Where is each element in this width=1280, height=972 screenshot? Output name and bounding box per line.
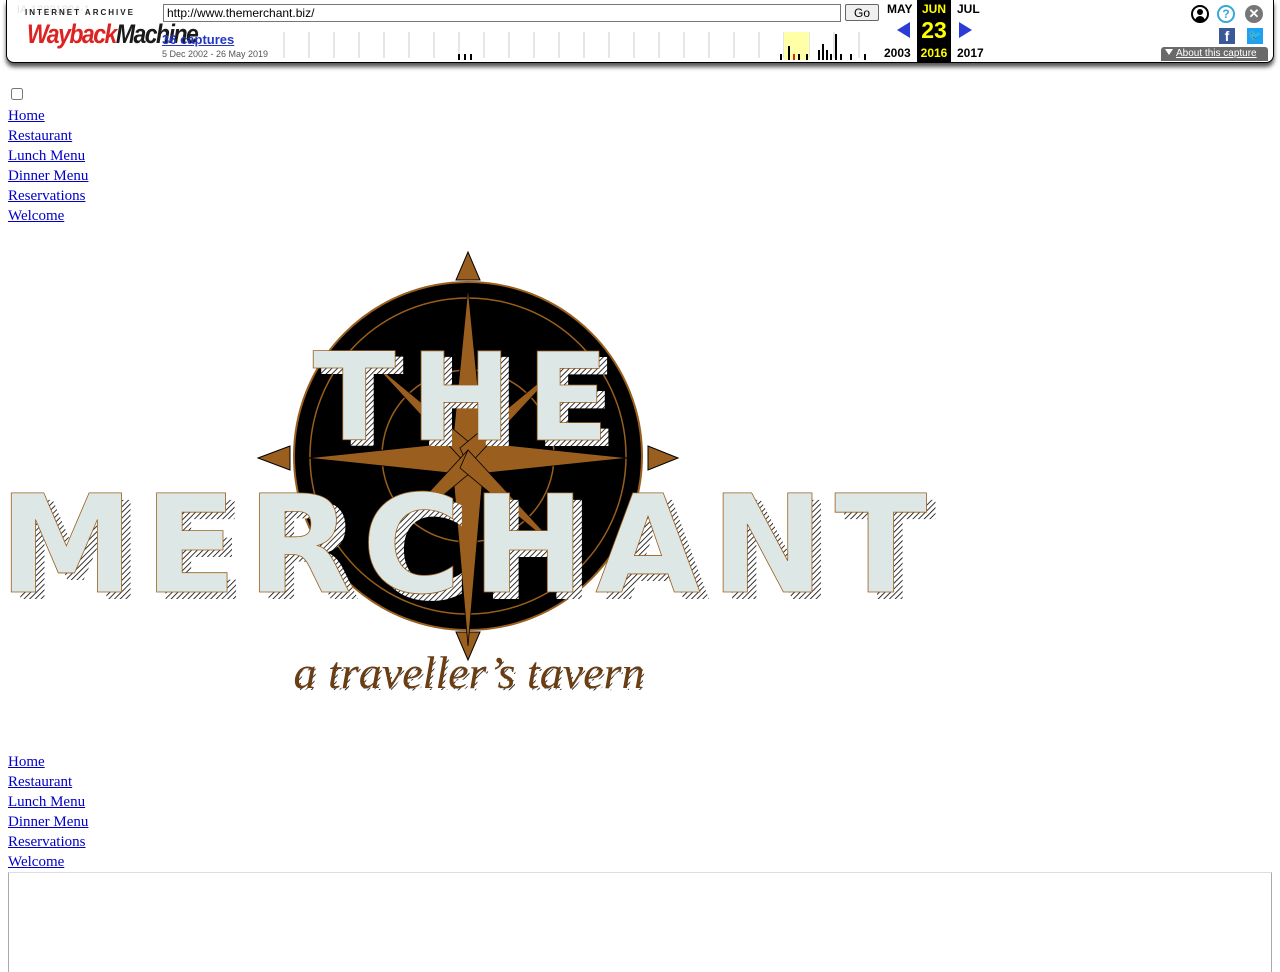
help-icon[interactable]: ?	[1217, 5, 1235, 23]
next-year[interactable]: 2017	[957, 46, 984, 60]
nav-link-restaurant[interactable]: Restaurant	[8, 126, 88, 146]
twitter-icon[interactable]: 🐦	[1247, 28, 1263, 44]
wayback-logo[interactable]: IA-12801804-1 INTERNET ARCHIVE WaybackMa…	[17, 4, 199, 50]
facebook-icon[interactable]: f	[1219, 28, 1235, 44]
nav-link-restaurant[interactable]: Restaurant	[8, 772, 88, 792]
current-month: JUN	[921, 2, 946, 16]
prev-arrow-icon[interactable]	[897, 22, 910, 38]
current-date: JUN 23 2016	[917, 0, 951, 62]
nav-link-home[interactable]: Home	[8, 106, 88, 126]
user-icon[interactable]	[1191, 5, 1209, 23]
top-navigation: Home Restaurant Lunch Menu Dinner Menu R…	[8, 106, 88, 226]
nav-toggle-checkbox[interactable]	[11, 88, 23, 100]
bottom-navigation: Home Restaurant Lunch Menu Dinner Menu R…	[8, 752, 88, 872]
url-input[interactable]	[163, 4, 841, 22]
logo-tagline: a traveller’s tavern	[294, 647, 645, 698]
capture-date-range: 5 Dec 2002 - 26 May 2019	[162, 49, 269, 59]
wayback-toolbar: IA-12801804-1 INTERNET ARCHIVE WaybackMa…	[6, 0, 1274, 63]
next-month[interactable]: JUL	[957, 2, 980, 16]
prev-month[interactable]: MAY	[887, 2, 913, 16]
next-arrow-icon[interactable]	[959, 22, 972, 38]
the-merchant-logo[interactable]: THE THE MERCHANT MERCHANT a traveller’s …	[10, 240, 940, 710]
nav-link-welcome[interactable]: Welcome	[8, 206, 88, 226]
prev-year[interactable]: 2003	[884, 46, 911, 60]
caret-down-icon	[1165, 49, 1173, 55]
nav-link-home[interactable]: Home	[8, 752, 88, 772]
go-button[interactable]: Go	[845, 4, 879, 21]
capture-sparkline[interactable]	[279, 30, 869, 60]
content-frame	[8, 872, 1272, 972]
nav-link-lunch-menu[interactable]: Lunch Menu	[8, 792, 88, 812]
nav-link-dinner-menu[interactable]: Dinner Menu	[8, 166, 88, 186]
nav-link-welcome[interactable]: Welcome	[8, 852, 88, 872]
logo-internet-archive: INTERNET ARCHIVE	[25, 8, 135, 17]
about-capture-button[interactable]: About this capture	[1161, 47, 1268, 61]
nav-link-reservations[interactable]: Reservations	[8, 186, 88, 206]
nav-link-reservations[interactable]: Reservations	[8, 832, 88, 852]
logo-line2: MERCHANT	[10, 467, 937, 625]
current-year: 2016	[920, 46, 948, 60]
nav-link-dinner-menu[interactable]: Dinner Menu	[8, 812, 88, 832]
close-icon[interactable]: ✕	[1245, 5, 1263, 23]
logo-line1: THE	[313, 327, 624, 469]
nav-link-lunch-menu[interactable]: Lunch Menu	[8, 146, 88, 166]
about-capture-label: About this capture	[1176, 48, 1257, 59]
captures-link[interactable]: 36 captures	[162, 32, 234, 47]
logo-wayback-word: Wayback	[27, 19, 117, 49]
current-day: 23	[921, 17, 947, 43]
